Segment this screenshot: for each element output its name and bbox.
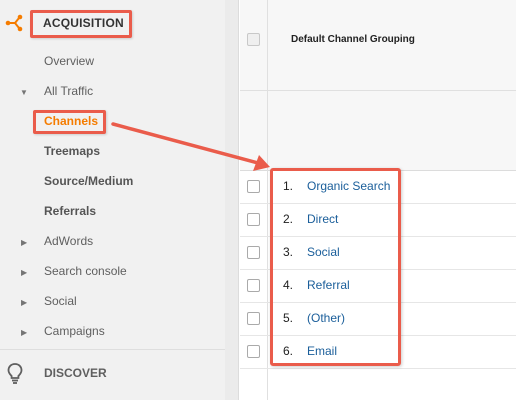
row-checkbox[interactable]: [247, 279, 260, 292]
sidebar-item-referrals[interactable]: Referrals: [44, 204, 96, 218]
sidebar-item-channels[interactable]: Channels: [44, 114, 98, 128]
sidebar-item-overview[interactable]: Overview: [44, 54, 94, 68]
sidebar-item-campaigns[interactable]: Campaigns: [44, 324, 105, 338]
expand-right-icon: ▶: [21, 268, 28, 277]
acquisition-icon: [5, 14, 23, 32]
sidebar-item-search-console[interactable]: Search console: [44, 264, 127, 278]
row-checkbox[interactable]: [247, 213, 260, 226]
row-checkbox[interactable]: [247, 345, 260, 358]
row-checkbox[interactable]: [247, 246, 260, 259]
sidebar-item-treemaps[interactable]: Treemaps: [44, 144, 100, 158]
column-divider: [267, 0, 268, 400]
sidebar-nav: [0, 0, 225, 400]
sidebar-item-all-traffic[interactable]: All Traffic: [44, 84, 93, 98]
select-all-checkbox[interactable]: [247, 33, 260, 46]
row-divider: [240, 368, 516, 369]
header-divider: [240, 90, 516, 91]
sidebar-item-adwords[interactable]: AdWords: [44, 234, 93, 248]
sidebar-item-social[interactable]: Social: [44, 294, 77, 308]
sidebar-item-source-medium[interactable]: Source/Medium: [44, 174, 133, 188]
expand-right-icon: ▶: [21, 298, 28, 307]
channels-list-highlight-box: [270, 168, 401, 366]
sidebar-section-discover[interactable]: DISCOVER: [44, 366, 107, 380]
sidebar-divider: [0, 349, 225, 350]
row-checkbox[interactable]: [247, 180, 260, 193]
lightbulb-icon: [7, 363, 23, 384]
table-header: [240, 0, 516, 170]
expand-right-icon: ▶: [21, 328, 28, 337]
sidebar-scrollbar[interactable]: [225, 0, 239, 400]
sidebar-section-acquisition[interactable]: ACQUISITION: [43, 16, 124, 30]
expand-down-icon: ▼: [20, 88, 28, 97]
expand-right-icon: ▶: [21, 238, 28, 247]
column-header-channel-grouping[interactable]: Default Channel Grouping: [291, 34, 415, 45]
row-checkbox[interactable]: [247, 312, 260, 325]
